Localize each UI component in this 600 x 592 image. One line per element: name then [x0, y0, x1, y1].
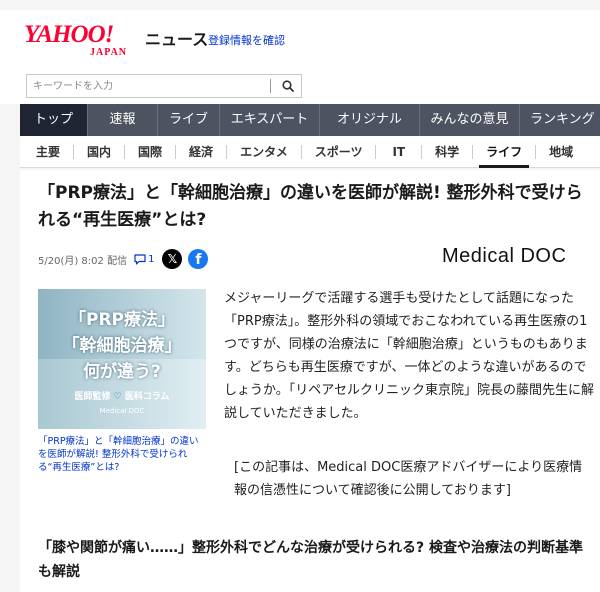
- category-sports[interactable]: スポーツ: [302, 144, 377, 159]
- image-tag-left: 医師監修: [74, 392, 111, 402]
- register-info-link[interactable]: 登録情報を確認: [208, 32, 285, 48]
- logo-sub-text: JAPAN: [90, 47, 128, 58]
- article-image[interactable]: 「PRP療法」 「幹細胞治療」 何が違う? 医師監修 ♡ 医科コラム Medic…: [38, 289, 206, 429]
- facebook-share-icon[interactable]: f: [188, 249, 209, 269]
- search-button[interactable]: [277, 76, 299, 96]
- search-input[interactable]: [28, 76, 268, 96]
- search-box: [26, 74, 302, 98]
- site-header: YAHOO! JAPAN ニュース 登録情報を確認: [0, 10, 600, 68]
- nav-item-expert[interactable]: エキスパート: [220, 104, 320, 136]
- site-label[interactable]: ニュース: [145, 26, 208, 50]
- article-note: [この記事は、Medical DOC医療アドバイザーにより医療情報の信憑性につい…: [234, 460, 583, 498]
- top-strip: [0, 0, 600, 10]
- nav-item-ranking[interactable]: ランキング: [520, 104, 600, 136]
- category-entertainment[interactable]: エンタメ: [227, 144, 302, 159]
- category-economy[interactable]: 経済: [176, 144, 228, 159]
- yahoo-logo[interactable]: YAHOO! JAPAN: [24, 22, 146, 62]
- category-local[interactable]: 地域: [536, 145, 586, 159]
- comment-link[interactable]: 1: [134, 254, 154, 265]
- image-text-line1: 「PRP療法」: [68, 310, 175, 330]
- category-life[interactable]: ライフ: [473, 144, 537, 168]
- nav-item-live[interactable]: ライブ: [158, 104, 220, 136]
- search-icon: [282, 80, 294, 92]
- stethoscope-icon: ♡: [113, 392, 125, 402]
- article-meta: 5/20(月) 8:02 配信 1 𝕏 f: [38, 249, 209, 269]
- category-science[interactable]: 科学: [422, 144, 474, 159]
- article-figure: 「PRP療法」 「幹細胞治療」 何が違う? 医師監修 ♡ 医科コラム Medic…: [38, 289, 206, 474]
- nav-item-original[interactable]: オリジナル: [320, 104, 420, 136]
- comment-count: 1: [148, 253, 155, 265]
- image-tag-right: 医科コラム: [124, 392, 170, 402]
- nav-item-breaking[interactable]: 速報: [88, 104, 158, 136]
- category-main[interactable]: 主要: [20, 144, 75, 159]
- image-caption-link[interactable]: 「PRP療法」と「幹細胞治療」の違いを医師が解説! 整形外科で受けられる“再生医…: [38, 435, 206, 474]
- image-text-line3: 何が違う?: [83, 362, 161, 382]
- category-domestic[interactable]: 国内: [74, 144, 126, 159]
- image-tags: 医師監修 ♡ 医科コラム: [38, 389, 206, 402]
- article-headline: 「PRP療法」と「幹細胞治療」の違いを医師が解説! 整形外科で受けられる“再生医…: [38, 183, 583, 230]
- nav-item-top[interactable]: トップ: [20, 104, 88, 136]
- article-body: メジャーリーグで活躍する選手も受けたとして話題になった「PRP療法」。整形外科の…: [224, 291, 594, 421]
- logo-main-text: YAHOO!: [24, 21, 114, 48]
- search-bar: [0, 68, 600, 104]
- publish-date: 5/20(月) 8:02 配信: [38, 255, 128, 267]
- category-nav: 主要 国内 国際 経済 エンタメ スポーツ IT 科学 ライフ 地域: [20, 136, 600, 168]
- article-container: 「PRP療法」と「幹細胞治療」の違いを医師が解説! 整形外科で受けられる“再生医…: [20, 170, 600, 592]
- image-brand: Medical DOC: [99, 407, 145, 415]
- image-text-line2: 「幹細胞治療」: [62, 336, 182, 356]
- x-share-icon[interactable]: 𝕏: [162, 249, 183, 269]
- category-it[interactable]: IT: [376, 144, 423, 159]
- category-international[interactable]: 国際: [125, 144, 177, 159]
- search-divider: [270, 79, 271, 93]
- publisher-logo[interactable]: Medical DOC: [442, 245, 566, 268]
- comment-icon: [134, 253, 146, 265]
- main-nav: トップ 速報 ライブ エキスパート オリジナル みんなの意見 ランキング: [20, 104, 600, 136]
- nav-item-opinions[interactable]: みんなの意見: [420, 104, 520, 136]
- article-subheading: 「膝や関節が痛い……」整形外科でどんな治療が受けられる? 検査や治療法の判断基準…: [38, 540, 583, 580]
